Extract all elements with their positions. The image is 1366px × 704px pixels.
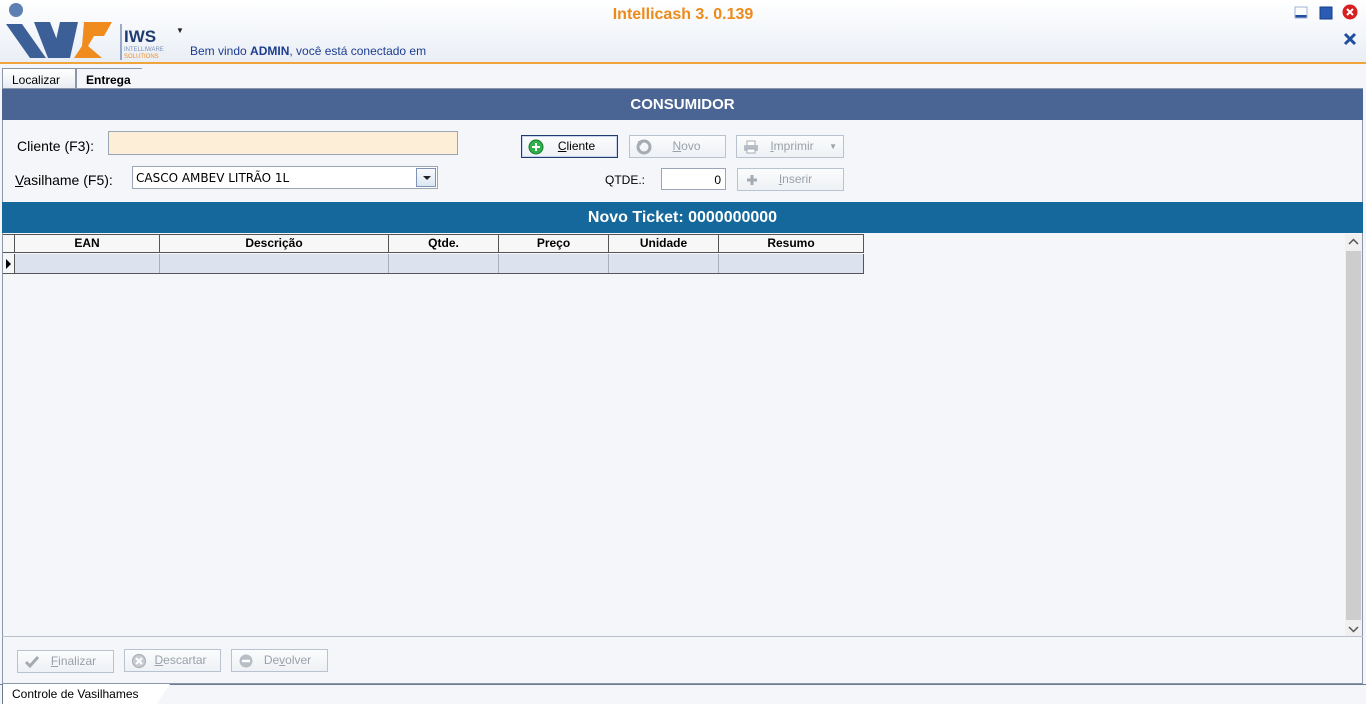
descartar-button-label: Descartar	[154, 653, 207, 667]
cliente-label: Cliente (F3):	[17, 138, 95, 154]
devolver-button-label: Devolver	[263, 653, 312, 667]
iws-logo: IWS INTELLIWARE SOLUTIONS	[6, 3, 164, 60]
brand-text: IWS	[124, 27, 156, 46]
finalizar-button-label: Finalizar	[50, 654, 97, 668]
cliente-input[interactable]	[108, 131, 458, 155]
welcome-user: ADMIN	[250, 44, 290, 58]
grid-scrollbar[interactable]	[1345, 234, 1362, 637]
tab-entrega[interactable]: Entrega	[76, 68, 160, 90]
maximize-icon[interactable]	[1318, 5, 1334, 21]
doc-tab-controle-vasilhames[interactable]: Controle de Vasilhames	[2, 684, 170, 704]
discard-icon	[132, 654, 146, 668]
document-tab-strip	[0, 684, 1366, 704]
app-header: IWS INTELLIWARE SOLUTIONS ▼ Bem vindo AD…	[0, 0, 1366, 64]
svg-text:SOLUTIONS: SOLUTIONS	[124, 54, 159, 60]
col-unidade[interactable]: Unidade	[609, 235, 719, 252]
footer-divider	[2, 636, 1363, 637]
qtde-input[interactable]: 0	[661, 168, 726, 190]
minimize-icon[interactable]	[1293, 5, 1309, 21]
grid-header-row: EAN Descrição Qtde. Preço Unidade Resumo	[3, 234, 864, 253]
cell-preco[interactable]	[499, 254, 609, 273]
close-icon[interactable]	[1342, 4, 1358, 20]
grid-corner	[3, 235, 15, 252]
col-resumo[interactable]: Resumo	[719, 235, 864, 252]
imprimir-button-label: Imprimir	[770, 139, 814, 153]
scroll-thumb[interactable]	[1346, 251, 1361, 620]
minus-circle-icon	[239, 654, 253, 668]
checkmark-icon	[24, 656, 40, 669]
devolver-button[interactable]: Devolver	[231, 649, 328, 672]
vasilhame-label: Vasilhame (F5):	[15, 172, 113, 188]
row-selector-arrow-icon[interactable]	[3, 254, 15, 274]
welcome-message: Bem vindo ADMIN, você está conectado em	[190, 44, 427, 58]
finalizar-button[interactable]: Finalizar	[17, 650, 114, 673]
col-ean[interactable]: EAN	[15, 235, 160, 252]
vasilhame-select[interactable]: CASCO AMBEV LITRÃO 1L	[132, 166, 438, 189]
scroll-down-icon[interactable]	[1345, 621, 1362, 637]
add-cliente-button[interactable]: Cliente	[521, 135, 618, 158]
vasilhame-selected-value: CASCO AMBEV LITRÃO 1L	[136, 171, 290, 185]
cell-qtde[interactable]	[389, 254, 499, 273]
close-tab-icon[interactable]	[1342, 31, 1358, 47]
cell-unidade[interactable]	[609, 254, 719, 273]
tab-localizar[interactable]: Localizar	[2, 68, 76, 90]
table-row[interactable]	[3, 254, 864, 274]
imprimir-dropdown-icon[interactable]: ▼	[829, 136, 837, 157]
novo-button-label: Novo	[672, 139, 701, 153]
svg-text:INTELLIWARE: INTELLIWARE	[124, 47, 164, 53]
chevron-down-icon[interactable]	[416, 168, 436, 187]
inserir-button-label: Inserir	[778, 172, 813, 186]
refresh-icon	[636, 139, 652, 155]
cliente-button-label: Cliente	[557, 139, 596, 153]
printer-icon	[744, 140, 758, 154]
ticket-grid[interactable]: EAN Descrição Qtde. Preço Unidade Resumo	[3, 233, 1346, 636]
brand-menu-caret-icon[interactable]: ▼	[176, 26, 184, 35]
novo-button[interactable]: Novo	[629, 135, 726, 158]
header-divider	[0, 62, 1366, 64]
descartar-button[interactable]: Descartar	[124, 649, 221, 672]
col-qtde[interactable]: Qtde.	[389, 235, 499, 252]
inserir-button[interactable]: Inserir	[737, 168, 844, 191]
ticket-header: Novo Ticket: 0000000000	[2, 202, 1363, 233]
app-title: Intellicash 3. 0.139	[612, 6, 754, 23]
tab-strip: Localizar Entrega	[0, 66, 1366, 90]
imprimir-button[interactable]: Imprimir ▼	[736, 135, 844, 158]
consumidor-header: CONSUMIDOR	[2, 89, 1363, 120]
cell-resumo[interactable]	[719, 254, 864, 273]
cell-descricao[interactable]	[160, 254, 389, 273]
plus-circle-icon	[528, 139, 544, 155]
col-descricao[interactable]: Descrição	[160, 235, 389, 252]
qtde-label: QTDE.:	[605, 173, 646, 187]
scroll-up-icon[interactable]	[1345, 234, 1362, 250]
col-preco[interactable]: Preço	[499, 235, 609, 252]
plus-icon	[747, 175, 757, 185]
app-window: IWS INTELLIWARE SOLUTIONS ▼ Bem vindo AD…	[0, 0, 1366, 704]
cell-ean[interactable]	[15, 254, 160, 273]
